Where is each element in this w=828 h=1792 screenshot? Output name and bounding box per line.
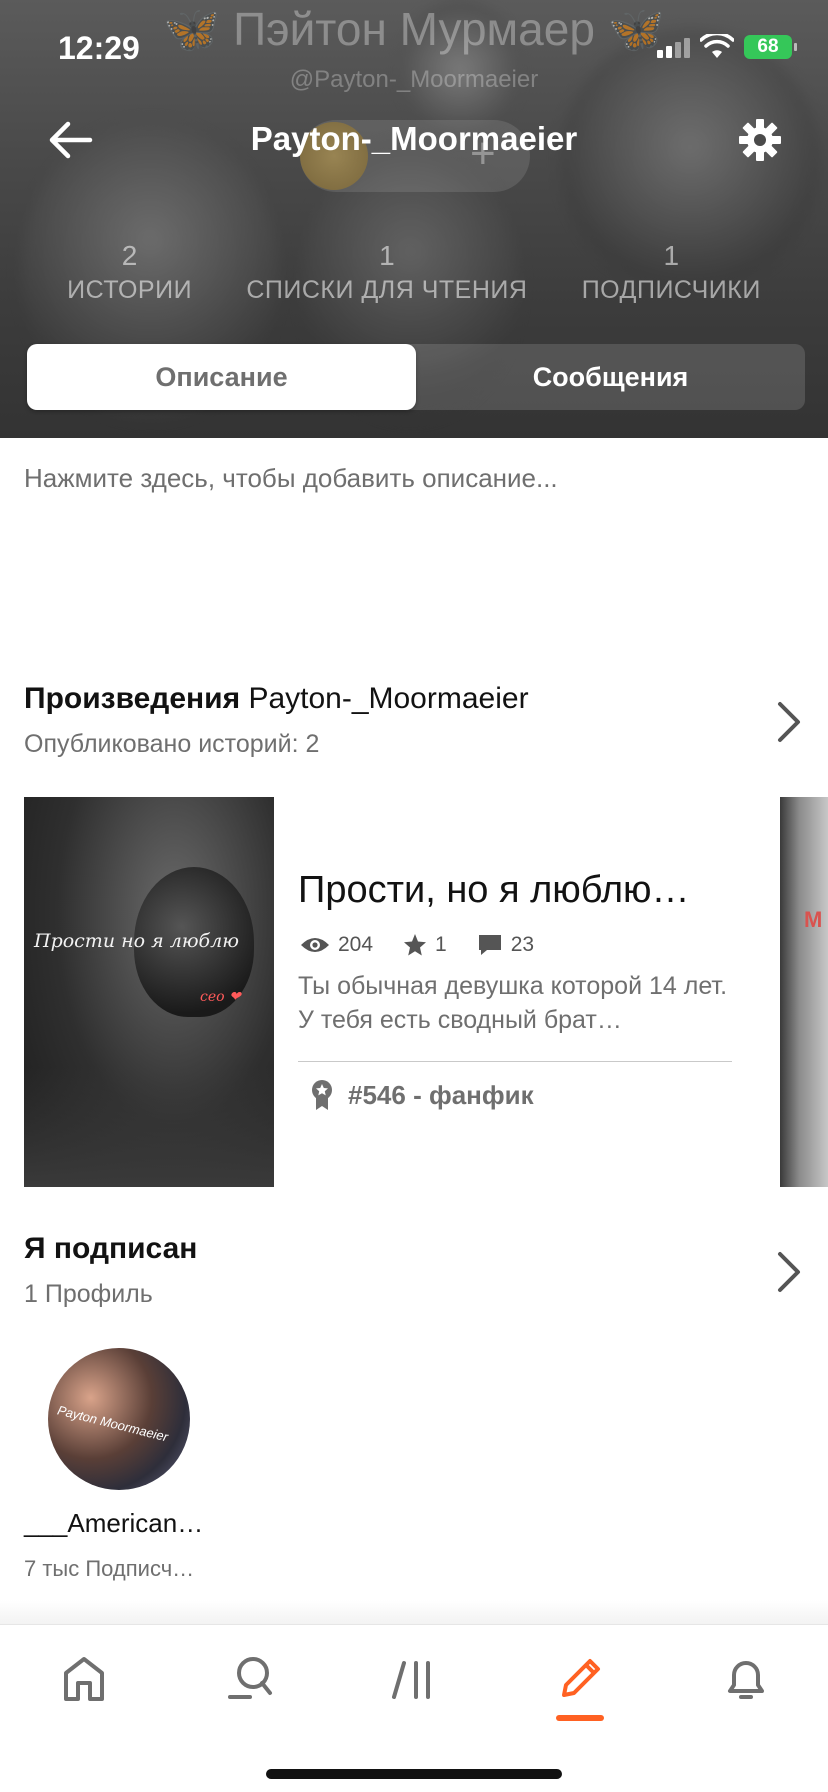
library-icon[interactable]	[384, 1649, 444, 1709]
active-tab-indicator	[556, 1715, 604, 1721]
eye-icon	[301, 938, 329, 952]
home-indicator[interactable]	[266, 1769, 562, 1779]
notifications-icon[interactable]	[716, 1649, 776, 1709]
profile-stats: 2 ИСТОРИИ 1 СПИСКИ ДЛЯ ЧТЕНИЯ 1 ПОДПИСЧИ…	[0, 240, 828, 305]
bottom-navigation	[0, 1624, 828, 1792]
cellular-signal-icon	[657, 36, 690, 58]
butterfly-icon: 🦋	[163, 3, 221, 55]
tab-messages[interactable]: Сообщения	[416, 344, 805, 410]
status-time: 12:29	[58, 30, 140, 66]
profile-header: 🦋 Пэйтон Мурмаер 🦋 @Payton-_Moormaeier 1…	[0, 0, 828, 438]
battery-icon: 68	[744, 35, 797, 59]
story-votes: 1	[403, 933, 447, 957]
wifi-icon	[700, 34, 734, 58]
chevron-right-icon[interactable]	[774, 700, 804, 744]
following-section-title: Я подписан	[24, 1232, 198, 1265]
status-indicators: 68	[657, 34, 797, 60]
works-section-title: Произведения Payton-_Moormaeier	[24, 682, 529, 715]
story-cover[interactable]: Прости но я люблю ceo ❤	[24, 797, 274, 1187]
write-icon[interactable]	[550, 1649, 610, 1709]
stat-followers[interactable]: 1 ПОДПИСЧИКИ	[582, 240, 761, 305]
star-icon	[404, 934, 427, 956]
add-description-prompt[interactable]: Нажмите здесь, чтобы добавить описание..…	[24, 463, 558, 494]
story-stats: 204 1 23	[300, 933, 564, 957]
next-story-cover[interactable]: M	[780, 797, 828, 1187]
story-card[interactable]: Прости но я люблю ceo ❤ Прости, но я люб…	[24, 797, 744, 1187]
stat-stories[interactable]: 2 ИСТОРИИ	[67, 240, 192, 305]
story-title[interactable]: Прости, но я люблю…	[298, 869, 690, 912]
background-handle: @Payton-_Moormaeier	[289, 66, 539, 93]
divider	[298, 1061, 732, 1062]
chevron-right-icon[interactable]	[774, 1250, 804, 1294]
story-ranking[interactable]: #546 - фанфик	[310, 1079, 534, 1111]
tab-description[interactable]: Описание	[27, 344, 416, 410]
profile-tabs: Описание Сообщения	[27, 344, 805, 410]
gear-icon[interactable]	[738, 118, 782, 162]
search-icon[interactable]	[220, 1649, 280, 1709]
ranking-badge-icon	[312, 1080, 332, 1110]
avatar[interactable]: Payton Moormaeier	[48, 1348, 190, 1490]
home-icon[interactable]	[54, 1649, 114, 1709]
story-description: Ты обычная девушка которой 14 лет. У теб…	[298, 972, 728, 1034]
story-comments: 23	[477, 933, 534, 957]
following-count: 1 Профиль	[24, 1280, 153, 1308]
cover-title-text: Прости но я люблю	[34, 930, 239, 952]
following-username[interactable]: ___American…	[24, 1508, 203, 1539]
profile-username: Payton-_Moormaeier	[250, 120, 578, 157]
following-followers: 7 тыс Подписч…	[24, 1556, 195, 1581]
comment-icon	[478, 935, 501, 955]
stat-reading-lists[interactable]: 1 СПИСКИ ДЛЯ ЧТЕНИЯ	[246, 240, 527, 305]
cover-subtext: ceo ❤	[200, 989, 241, 1005]
story-views: 204	[300, 933, 373, 957]
works-published-count: Опубликовано историй: 2	[24, 730, 320, 758]
